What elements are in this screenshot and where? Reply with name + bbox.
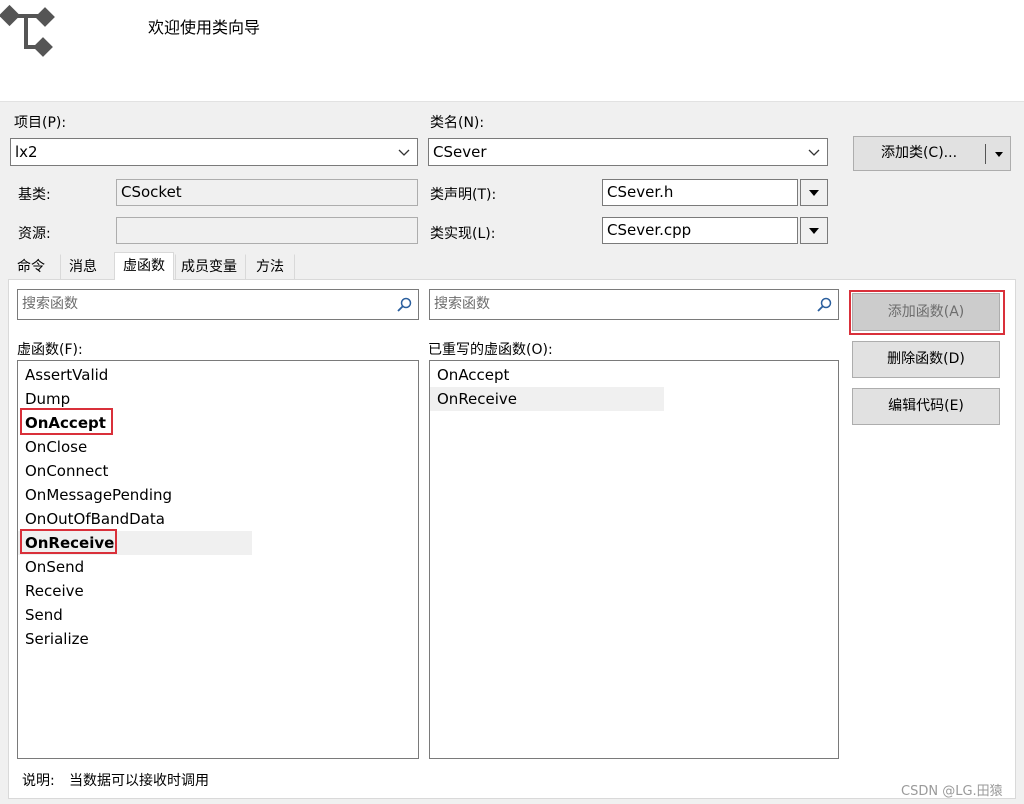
class-declaration-field[interactable]: CSever.h — [602, 179, 798, 206]
page-title: 欢迎使用类向导 — [148, 18, 261, 37]
list-item[interactable]: OnSend — [18, 555, 418, 579]
right-search-input[interactable]: 搜索函数 — [429, 289, 839, 320]
base-class-label: 基类: — [18, 187, 51, 203]
right-search-placeholder: 搜索函数 — [434, 296, 490, 312]
tab-methods[interactable]: 方法 — [245, 254, 295, 280]
virtual-functions-label: 虚函数(F): — [17, 342, 83, 358]
tab-messages[interactable]: 消息 — [60, 254, 106, 280]
overridden-functions-list[interactable]: OnAccept OnReceive — [429, 360, 839, 759]
wizard-header: 欢迎使用类向导 — [0, 0, 1024, 102]
list-item[interactable]: OnReceive — [430, 387, 664, 411]
list-item[interactable]: Receive — [18, 579, 418, 603]
add-class-label: 添加类(C)... — [880, 145, 958, 161]
description-label: 说明: — [22, 773, 55, 789]
description-text: 当数据可以接收时调用 — [69, 773, 209, 789]
list-item[interactable]: OnAccept — [430, 363, 838, 387]
class-implementation-field[interactable]: CSever.cpp — [602, 217, 798, 244]
list-item[interactable]: OnClose — [18, 435, 418, 459]
add-class-button[interactable]: 添加类(C)... — [853, 136, 1011, 171]
base-class-field: CSocket — [116, 179, 418, 206]
chevron-down-icon — [398, 149, 410, 156]
split-divider — [985, 144, 986, 164]
class-declaration-dropdown[interactable] — [800, 179, 828, 206]
search-icon[interactable] — [395, 296, 413, 314]
delete-function-button[interactable]: 删除函数(D) — [852, 341, 1000, 378]
search-icon[interactable] — [815, 296, 833, 314]
tab-virtual-functions[interactable]: 虚函数 — [114, 252, 174, 280]
project-value: lx2 — [15, 143, 38, 161]
class-name-label: 类名(N): — [430, 115, 485, 131]
annotation-highlight-onreceive — [20, 529, 117, 554]
class-name-combo[interactable]: CSever — [428, 138, 828, 166]
list-item[interactable]: OnConnect — [18, 459, 418, 483]
annotation-highlight-add-function — [849, 290, 1005, 335]
resource-field — [116, 217, 418, 244]
tab-member-variables[interactable]: 成员变量 — [175, 254, 243, 280]
caret-down-icon[interactable] — [995, 152, 1003, 157]
class-name-value: CSever — [433, 143, 487, 161]
project-label: 项目(P): — [14, 115, 67, 131]
list-item[interactable]: Serialize — [18, 627, 418, 651]
list-item[interactable]: OnMessagePending — [18, 483, 418, 507]
resource-label: 资源: — [18, 226, 51, 242]
list-item[interactable]: OnOutOfBandData — [18, 507, 418, 531]
annotation-highlight-onaccept — [20, 408, 113, 435]
list-item[interactable]: AssertValid — [18, 363, 418, 387]
class-implementation-dropdown[interactable] — [800, 217, 828, 244]
class-wizard-icon — [0, 4, 55, 57]
left-search-placeholder: 搜索函数 — [22, 296, 78, 312]
class-declaration-label: 类声明(T): — [430, 187, 497, 203]
list-item[interactable]: Send — [18, 603, 418, 627]
project-combo[interactable]: lx2 — [10, 138, 418, 166]
chevron-down-icon — [808, 149, 820, 156]
overridden-functions-label: 已重写的虚函数(O): — [428, 342, 553, 358]
watermark: CSDN @LG.田猿 — [901, 784, 1003, 799]
tab-commands[interactable]: 命令 — [8, 254, 54, 280]
edit-code-button[interactable]: 编辑代码(E) — [852, 388, 1000, 425]
class-implementation-label: 类实现(L): — [430, 226, 496, 242]
left-search-input[interactable]: 搜索函数 — [17, 289, 419, 320]
